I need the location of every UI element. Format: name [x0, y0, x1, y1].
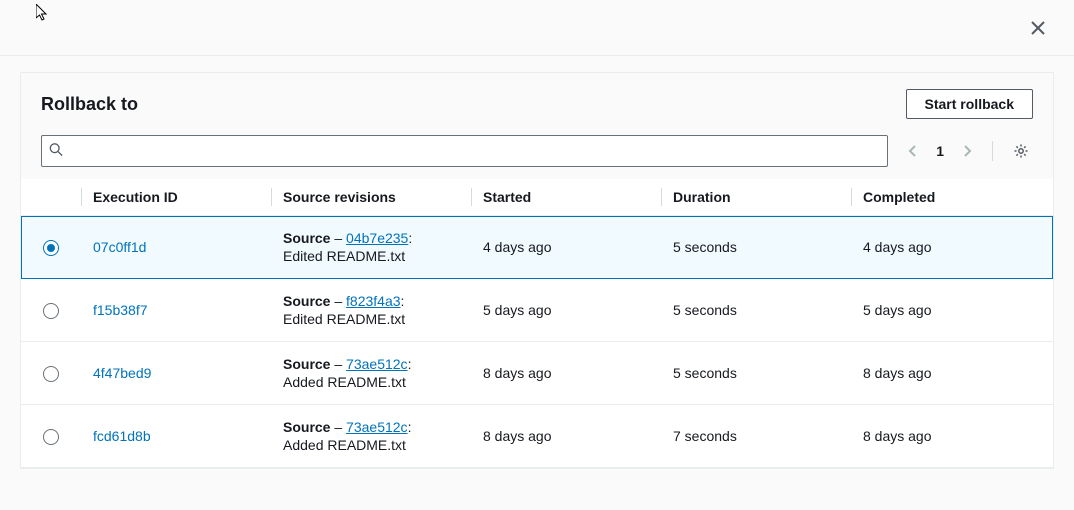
source-hash-link[interactable]: 04b7e235	[346, 230, 408, 246]
table-row[interactable]: f15b38f7 Source – f823f4a3: Edited READM…	[21, 279, 1053, 342]
col-header-select	[21, 179, 81, 216]
col-header-started: Started	[471, 179, 661, 216]
toolbar: 1	[21, 135, 1053, 179]
col-header-completed: Completed	[851, 179, 1053, 216]
source-hash-link[interactable]: 73ae512c	[346, 419, 408, 435]
source-label: Source	[283, 230, 330, 246]
table-row[interactable]: fcd61d8b Source – 73ae512c: Added README…	[21, 405, 1053, 468]
execution-id-link[interactable]: f15b38f7	[93, 302, 148, 318]
search-input[interactable]	[41, 135, 888, 167]
search-wrapper	[41, 135, 888, 167]
table-row[interactable]: 07c0ff1d Source – 04b7e235: Edited READM…	[21, 216, 1053, 279]
started-cell: 4 days ago	[471, 216, 661, 279]
execution-id-link[interactable]: fcd61d8b	[93, 428, 151, 444]
source-description: Edited README.txt	[283, 248, 459, 264]
cursor-icon	[36, 4, 52, 22]
source-hash-link[interactable]: 73ae512c	[346, 356, 408, 372]
pagination: 1	[904, 140, 976, 162]
execution-id-link[interactable]: 07c0ff1d	[93, 239, 146, 255]
chevron-left-icon	[908, 144, 918, 158]
table-row[interactable]: 4f47bed9 Source – 73ae512c: Added README…	[21, 342, 1053, 405]
started-cell: 8 days ago	[471, 342, 661, 405]
row-radio[interactable]	[43, 303, 59, 319]
row-radio[interactable]	[43, 240, 59, 256]
chevron-right-icon	[962, 144, 972, 158]
start-rollback-button[interactable]: Start rollback	[906, 89, 1033, 119]
gear-icon	[1013, 143, 1029, 159]
completed-cell: 4 days ago	[851, 216, 1053, 279]
duration-cell: 5 seconds	[661, 342, 851, 405]
source-description: Edited README.txt	[283, 311, 459, 327]
settings-button[interactable]	[1009, 139, 1033, 163]
panel-header: Rollback to Start rollback	[21, 73, 1053, 135]
source-label: Source	[283, 293, 330, 309]
completed-cell: 5 days ago	[851, 279, 1053, 342]
source-label: Source	[283, 419, 330, 435]
close-icon	[1031, 21, 1045, 35]
execution-id-link[interactable]: 4f47bed9	[93, 365, 151, 381]
col-header-duration: Duration	[661, 179, 851, 216]
modal-header	[0, 0, 1074, 56]
source-description: Added README.txt	[283, 374, 459, 390]
duration-cell: 5 seconds	[661, 216, 851, 279]
row-radio[interactable]	[43, 429, 59, 445]
completed-cell: 8 days ago	[851, 342, 1053, 405]
row-radio[interactable]	[43, 366, 59, 382]
started-cell: 8 days ago	[471, 405, 661, 468]
executions-table: Execution ID Source revisions Started Du…	[21, 179, 1053, 468]
close-button[interactable]	[1026, 16, 1050, 40]
source-label: Source	[283, 356, 330, 372]
panel-title: Rollback to	[41, 94, 138, 115]
duration-cell: 5 seconds	[661, 279, 851, 342]
col-header-source-revisions: Source revisions	[271, 179, 471, 216]
col-header-execution-id: Execution ID	[81, 179, 271, 216]
source-description: Added README.txt	[283, 437, 459, 453]
next-page-button[interactable]	[958, 140, 976, 162]
search-icon	[49, 143, 63, 160]
completed-cell: 8 days ago	[851, 405, 1053, 468]
rollback-panel: Rollback to Start rollback 1	[20, 72, 1054, 469]
prev-page-button[interactable]	[904, 140, 922, 162]
page-number: 1	[930, 143, 950, 159]
duration-cell: 7 seconds	[661, 405, 851, 468]
source-hash-link[interactable]: f823f4a3	[346, 293, 401, 309]
started-cell: 5 days ago	[471, 279, 661, 342]
toolbar-divider	[992, 141, 993, 161]
